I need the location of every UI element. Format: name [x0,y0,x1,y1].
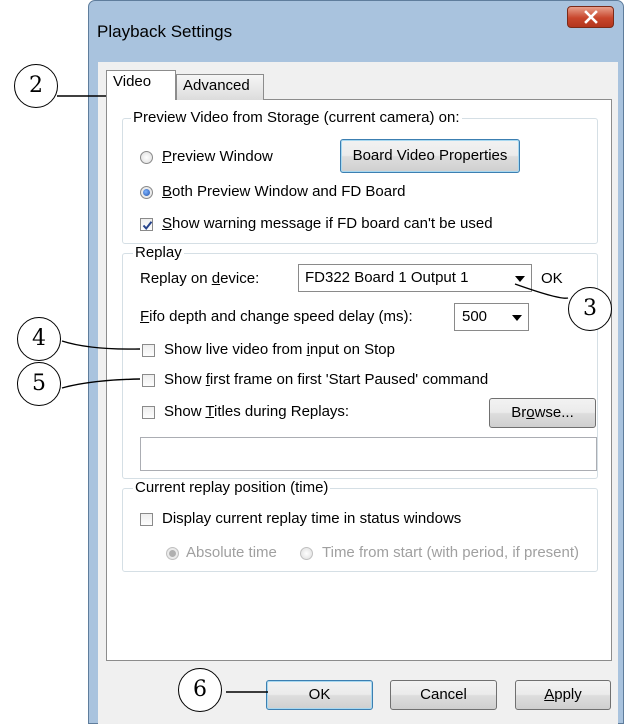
callout-2: 2 [14,64,58,108]
callout-6: 6 [178,668,222,712]
callout-3: 3 [568,287,612,331]
tab-video[interactable]: Video [106,70,176,100]
callout-5: 5 [17,362,61,406]
callout-4: 4 [17,317,61,361]
callout-leader-lines [57,95,569,693]
